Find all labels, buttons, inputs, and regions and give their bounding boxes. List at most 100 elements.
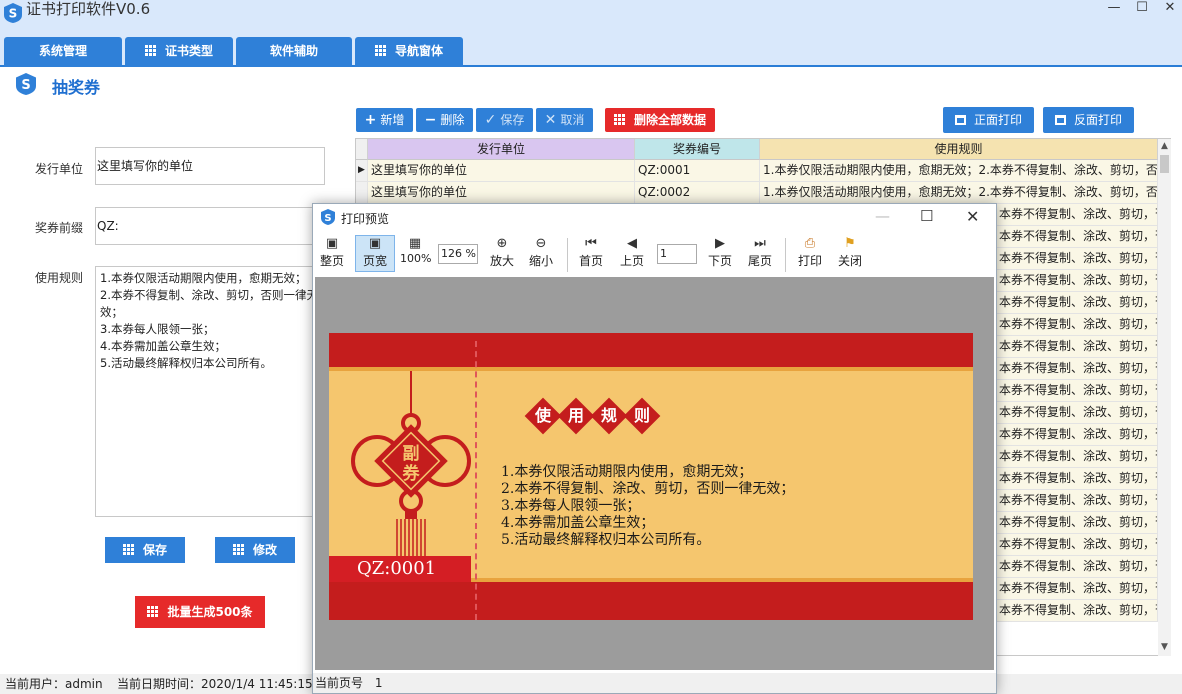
table-cell[interactable]: 1.本券仅限活动期限内使用，愈期无效；2.本券不得复制、涂改、剪切，否 [760,160,1158,182]
maximize-button[interactable]: ☐ [1129,0,1155,16]
table-cell[interactable]: QZ:0001 [635,160,760,182]
table-cell[interactable]: QZ:0002 [635,182,760,204]
modify-button[interactable]: 修改 [215,537,295,563]
table-cell[interactable]: 本券不得复制、涂改、剪切，否 [996,512,1158,534]
table-cell[interactable]: 本券不得复制、涂改、剪切，否 [996,446,1158,468]
close-preview-button[interactable]: ⚑ 关闭 [836,236,864,269]
heading-char: 用 [567,406,584,425]
tab-navigation-window[interactable]: 导航窗体 [355,37,463,67]
toolbar-separator [567,238,568,272]
table-cell[interactable]: 这里填写你的单位 [368,160,635,182]
coupon-perforation [475,341,477,620]
row-header [356,182,368,204]
table-cell[interactable]: 本券不得复制、涂改、剪切，否 [996,204,1158,226]
table-cell[interactable]: 本券不得复制、涂改、剪切，否 [996,490,1158,512]
modify-button-label: 修改 [252,543,277,557]
scroll-up-icon[interactable]: ▲ [1158,139,1171,153]
delete-all-label: 删除全部数据 [633,113,706,127]
grid-icon [374,45,386,56]
row-header-corner [356,139,368,160]
add-label: 新增 [380,113,405,127]
column-header-rules[interactable]: 使用规则 [760,139,1158,160]
zoom-in-icon: ⊕ [496,236,508,251]
batch-generate-button[interactable]: 批量生成500条 [135,596,265,628]
minimize-button[interactable]: — [1101,0,1127,16]
close-preview-label: 关闭 [837,254,862,268]
table-cell[interactable]: 本券不得复制、涂改、剪切，否 [996,402,1158,424]
stub-char: 副 [403,444,420,464]
page-width-button[interactable]: ▣ 页宽 [355,235,395,272]
prefix-label: 奖券前缀 [35,221,84,235]
tab-label: 证书类型 [164,44,213,58]
check-icon: ✓ [484,112,497,128]
zoom-out-button[interactable]: ⊖ 缩小 [527,236,555,269]
tab-certificate-type[interactable]: 证书类型 [125,37,233,67]
page-width-icon: ▣ [368,236,382,251]
print-front-button[interactable]: 正面打印 [943,107,1034,133]
table-cell[interactable]: 本券不得复制、涂改、剪切，否 [996,468,1158,490]
table-cell[interactable]: 本券不得复制、涂改、剪切，否 [996,226,1158,248]
svg-text:S: S [21,78,30,93]
app-logo-icon: S [4,3,22,23]
coupon-bottom-band [329,582,973,620]
tab-software-assist[interactable]: 软件辅助 [236,37,352,67]
whole-page-label: 整页 [319,254,344,268]
table-cell[interactable]: 本券不得复制、涂改、剪切，否 [996,534,1158,556]
last-page-button[interactable]: ⏭ 尾页 [746,236,774,269]
page-number-input[interactable]: 1 [657,244,697,264]
issuer-input[interactable]: 这里填写你的单位 [95,147,325,185]
table-cell[interactable]: 本券不得复制、涂改、剪切，否 [996,248,1158,270]
table-cell[interactable]: 本券不得复制、涂改、剪切，否 [996,336,1158,358]
table-cell[interactable]: 本券不得复制、涂改、剪切，否 [996,424,1158,446]
prefix-input[interactable]: QZ: [95,207,325,245]
stub-char: 券 [402,463,421,484]
dialog-maximize-icon[interactable]: ☐ [920,207,933,225]
print-back-label: 反面打印 [1073,113,1122,127]
cancel-label: 取消 [560,113,585,127]
prev-page-button[interactable]: ◀ 上页 [618,236,646,269]
delete-button[interactable]: − 删除 [416,108,473,132]
zoom-out-icon: ⊖ [535,236,547,251]
save-button[interactable]: 保存 [105,537,185,563]
delete-all-button[interactable]: 删除全部数据 [605,108,715,132]
scrollbar-thumb[interactable] [1160,155,1169,173]
tab-system-management[interactable]: 系统管理 [4,37,122,67]
scroll-down-icon[interactable]: ▼ [1158,640,1171,654]
table-cell[interactable]: 本券不得复制、涂改、剪切，否 [996,270,1158,292]
column-header-issuer[interactable]: 发行单位 [368,139,635,160]
zoom-in-button[interactable]: ⊕ 放大 [488,236,516,269]
x-icon: ✕ [544,112,557,128]
print-back-button[interactable]: 反面打印 [1043,107,1134,133]
next-page-button[interactable]: ▶ 下页 [706,236,734,269]
grid-icon [122,544,134,555]
table-cell[interactable]: 这里填写你的单位 [368,182,635,204]
print-button[interactable]: ⎙ 打印 [796,236,824,269]
add-button[interactable]: + 新增 [356,108,413,132]
column-header-code[interactable]: 奖券编号 [635,139,760,160]
zoom-100-button[interactable]: ▦ 100% [400,236,431,265]
rules-textarea[interactable]: 1.本券仅限活动期限内使用，愈期无效； 2.本券不得复制、涂改、剪切，否则一律无… [95,266,325,517]
close-button[interactable]: ✕ [1157,0,1182,16]
cancel-button[interactable]: ✕ 取消 [536,108,593,132]
dialog-minimize-icon[interactable]: — [875,207,890,225]
table-cell[interactable]: 本券不得复制、涂改、剪切，否 [996,578,1158,600]
table-cell[interactable]: 1.本券仅限活动期限内使用，愈期无效；2.本券不得复制、涂改、剪切，否 [760,182,1158,204]
table-cell[interactable]: 本券不得复制、涂改、剪切，否 [996,556,1158,578]
vertical-scrollbar[interactable]: ▲ ▼ [1158,139,1171,656]
first-page-button[interactable]: ⏮ 首页 [577,236,605,269]
whole-page-button[interactable]: ▣ 整页 [319,236,345,269]
table-cell[interactable]: 本券不得复制、涂改、剪切，否 [996,380,1158,402]
save-toolbar-button[interactable]: ✓ 保存 [476,108,533,132]
table-cell[interactable]: 本券不得复制、涂改、剪切，否 [996,358,1158,380]
prev-page-icon: ◀ [627,236,637,251]
app-logo-icon: S [321,209,335,225]
zoom-input[interactable]: 126 % [438,244,478,264]
title-bar: S 证书打印软件V0.6 — ☐ ✕ [0,0,1182,37]
coupon-rules: 1.本券仅限活动期限内使用，愈期无效； 2.本券不得复制、涂改、剪切，否则一律无… [501,464,794,549]
preview-status-bar: 当前页号 1 [313,673,996,693]
preview-area: 副 券 QZ:0001 使 用 规 则 1.本券仅限活动期限内使用，愈期无效； … [315,277,994,670]
table-cell[interactable]: 本券不得复制、涂改、剪切，否 [996,292,1158,314]
table-cell[interactable]: 本券不得复制、涂改、剪切，否 [996,314,1158,336]
dialog-close-icon[interactable]: ✕ [966,207,979,226]
table-cell[interactable]: 本券不得复制、涂改、剪切，否 [996,600,1158,622]
